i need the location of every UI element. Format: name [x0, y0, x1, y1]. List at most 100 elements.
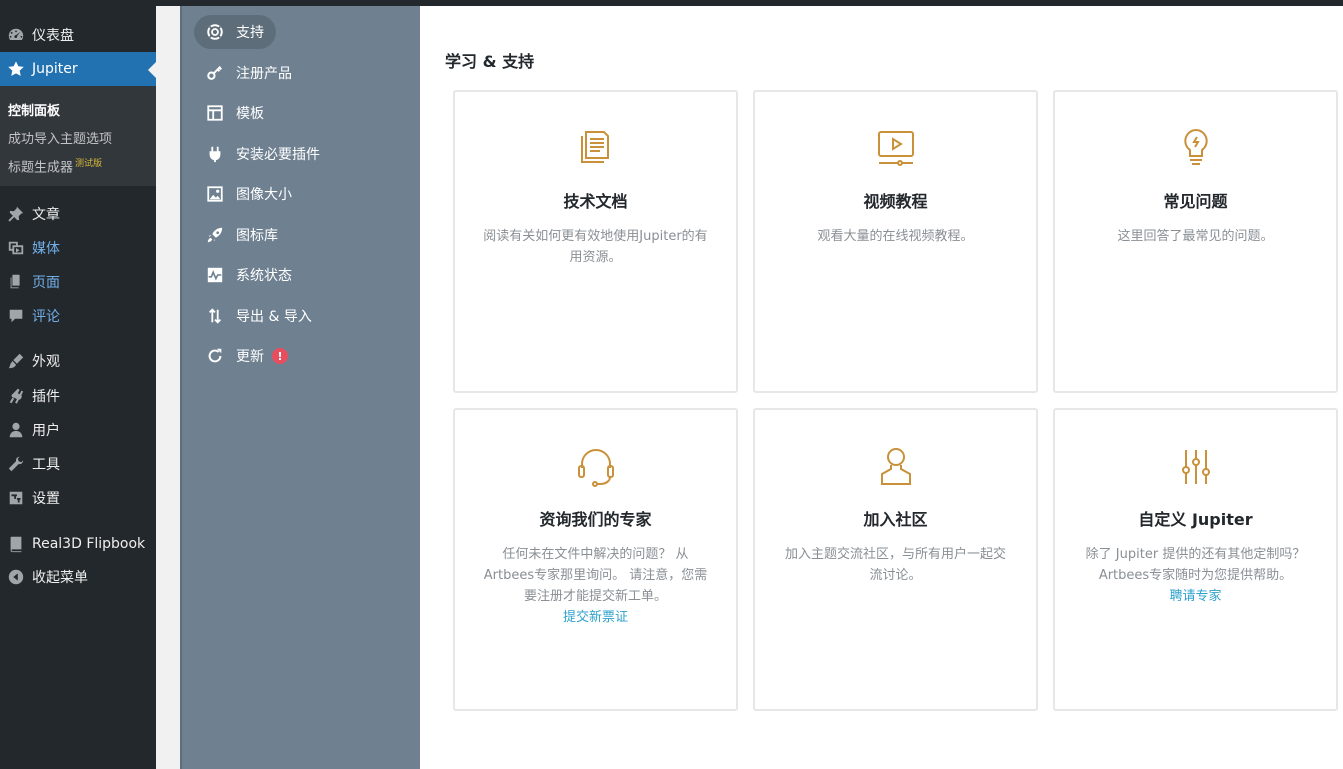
lifebuoy-icon — [204, 21, 226, 43]
card-title: 视频教程 — [863, 192, 928, 211]
menu-item-users[interactable]: 用户 — [0, 413, 156, 447]
card-community[interactable]: 加入社区 加入主题交流社区，与所有用户一起交流讨论。 — [753, 408, 1038, 711]
jp-nav-templates-label: 模板 — [236, 106, 264, 122]
menu-label-comments: 评论 — [32, 309, 60, 325]
jp-nav-support[interactable]: 支持 — [194, 15, 276, 49]
card-ask-experts[interactable]: 资询我们的专家 任何未在文件中解决的问题？ 从Artbees专家那里询问。 请注… — [453, 408, 738, 711]
card-description: 这里回答了最常见的问题。 — [1117, 229, 1274, 244]
update-alert-badge: ! — [272, 348, 288, 364]
card-video-tutorials[interactable]: 视频教程 观看大量的在线视频教程。 — [753, 90, 1038, 393]
card-description: 除了 Jupiter 提供的还有其他定制吗？ Artbees专家随时为您提供帮助… — [1081, 544, 1310, 607]
card-description: 任何未在文件中解决的问题？ 从Artbees专家那里询问。 请注意，您需要注册才… — [481, 544, 710, 628]
document-icon — [580, 131, 609, 163]
card-customize-jupiter[interactable]: 自定义 Jupiter 除了 Jupiter 提供的还有其他定制吗？ Artbe… — [1053, 408, 1338, 711]
menu-item-comments[interactable]: 评论 — [0, 299, 156, 333]
menu-label-media: 媒体 — [32, 241, 60, 257]
pages-icon — [0, 273, 32, 291]
menu-item-pages[interactable]: 页面 — [0, 265, 156, 299]
refresh-icon — [204, 345, 226, 367]
card-faq[interactable]: 常见问题 这里回答了最常见的问题。 — [1053, 90, 1338, 393]
jp-nav-system-status[interactable]: 系统状态 — [194, 258, 304, 292]
jp-nav-updates[interactable]: 更新 ! — [194, 339, 300, 373]
page-title: 学习 & 支持 — [445, 52, 535, 71]
jp-nav-register-label: 注册产品 — [236, 66, 292, 82]
card-title: 自定义 Jupiter — [1138, 510, 1253, 529]
brush-icon — [0, 352, 32, 370]
card-title: 资询我们的专家 — [539, 510, 652, 529]
menu-item-dashboard[interactable]: 仪表盘 — [0, 18, 156, 52]
beta-badge: 测试版 — [75, 159, 103, 169]
menu-item-jupiter[interactable]: Jupiter — [0, 52, 156, 86]
menu-label-pages: 页面 — [32, 275, 60, 291]
menu-item-posts[interactable]: 文章 — [0, 197, 156, 231]
pulse-icon — [204, 264, 226, 286]
card-description: 阅读有关如何更有效地使用Jupiter的有用资源。 — [483, 229, 708, 265]
person-icon — [880, 448, 911, 485]
menu-label-collapse: 收起菜单 — [32, 570, 88, 586]
menu-item-media[interactable]: 媒体 — [0, 231, 156, 265]
wp-admin-sidebar: 仪表盘 Jupiter 控制面板 成功导入主题选项 标题生成器 测试版 文章 媒体… — [0, 0, 156, 769]
header-builder-label: 标题生成器 — [8, 160, 74, 176]
jp-nav-support-label: 支持 — [236, 25, 264, 41]
submenu-import-options[interactable]: 成功导入主题选项 — [8, 128, 112, 147]
menu-label-plugins: 插件 — [32, 389, 60, 405]
card-documentation[interactable]: 技术文档 阅读有关如何更有效地使用Jupiter的有用资源。 — [453, 90, 738, 393]
jupiter-submenu: 控制面板 成功导入主题选项 标题生成器 测试版 — [0, 86, 156, 186]
user-icon — [0, 421, 32, 439]
menu-item-settings[interactable]: 设置 — [0, 481, 156, 515]
pin-icon — [0, 205, 32, 223]
menu-label-dashboard: 仪表盘 — [32, 28, 74, 44]
plug-icon — [204, 143, 226, 165]
headset-icon — [577, 449, 614, 487]
menu-item-tools[interactable]: 工具 — [0, 447, 156, 481]
wrench-icon — [0, 455, 32, 473]
menu-item-flipbook[interactable]: Real3D Flipbook — [0, 527, 156, 561]
card-description: 观看大量的在线视频教程。 — [817, 229, 974, 244]
comment-icon — [0, 307, 32, 325]
collapse-menu-button[interactable]: 收起菜单 — [0, 560, 156, 594]
menu-item-appearance[interactable]: 外观 — [0, 344, 156, 378]
card-title: 技术文档 — [563, 192, 628, 211]
jp-nav-register[interactable]: 注册产品 — [194, 56, 304, 90]
submenu-control-panel[interactable]: 控制面板 — [8, 100, 60, 119]
jp-nav-icon-library-label: 图标库 — [236, 228, 278, 244]
video-icon — [877, 131, 914, 166]
star-icon — [0, 60, 32, 78]
menu-label-flipbook: Real3D Flipbook — [32, 536, 146, 552]
plugin-icon — [0, 387, 32, 405]
jp-nav-plugins[interactable]: 安装必要插件 — [194, 137, 332, 171]
jupiter-control-panel-nav: 支持 注册产品 模板 安装必要插件 图像大小 图标库 系统状态 导出 & 导入 … — [180, 6, 420, 769]
transfer-icon — [204, 305, 226, 327]
lightbulb-icon — [1183, 128, 1208, 165]
media-icon — [0, 239, 32, 257]
menu-label-users: 用户 — [32, 423, 60, 439]
settings-icon — [0, 489, 32, 507]
collapse-icon — [0, 568, 32, 586]
card-description-text: 任何未在文件中解决的问题？ 从Artbees专家那里询问。 请注意，您需要注册才… — [483, 547, 708, 604]
menu-label-jupiter: Jupiter — [32, 61, 78, 77]
hire-expert-link[interactable]: 聘请专家 — [1081, 586, 1310, 607]
image-icon — [204, 183, 226, 205]
menu-item-plugins[interactable]: 插件 — [0, 379, 156, 413]
menu-label-settings: 设置 — [32, 491, 60, 507]
jp-nav-templates[interactable]: 模板 — [194, 96, 276, 130]
card-description-text: 除了 Jupiter 提供的还有其他定制吗？ Artbees专家随时为您提供帮助… — [1085, 547, 1306, 583]
book-icon — [0, 535, 32, 553]
key-icon — [204, 62, 226, 84]
jp-nav-export-import[interactable]: 导出 & 导入 — [194, 299, 324, 333]
sliders-icon — [1181, 450, 1210, 484]
card-description: 加入主题交流社区，与所有用户一起交流讨论。 — [784, 547, 1006, 583]
jp-nav-image-sizes[interactable]: 图像大小 — [194, 177, 304, 211]
menu-label-appearance: 外观 — [32, 354, 60, 370]
jp-nav-system-status-label: 系统状态 — [236, 268, 292, 284]
submit-ticket-link[interactable]: 提交新票证 — [481, 607, 710, 628]
template-icon — [204, 102, 226, 124]
jp-nav-icon-library[interactable]: 图标库 — [194, 218, 290, 252]
rocket-icon — [204, 224, 226, 246]
content-gutter — [156, 6, 180, 769]
jp-nav-export-import-label: 导出 & 导入 — [236, 309, 312, 325]
card-title: 常见问题 — [1163, 192, 1228, 211]
card-title: 加入社区 — [863, 510, 928, 529]
support-panel: 学习 & 支持 技术文档 阅读有关如何更有效地使用Jupiter的有用资源。 视… — [420, 6, 1343, 769]
submenu-header-builder[interactable]: 标题生成器 测试版 — [8, 156, 102, 175]
